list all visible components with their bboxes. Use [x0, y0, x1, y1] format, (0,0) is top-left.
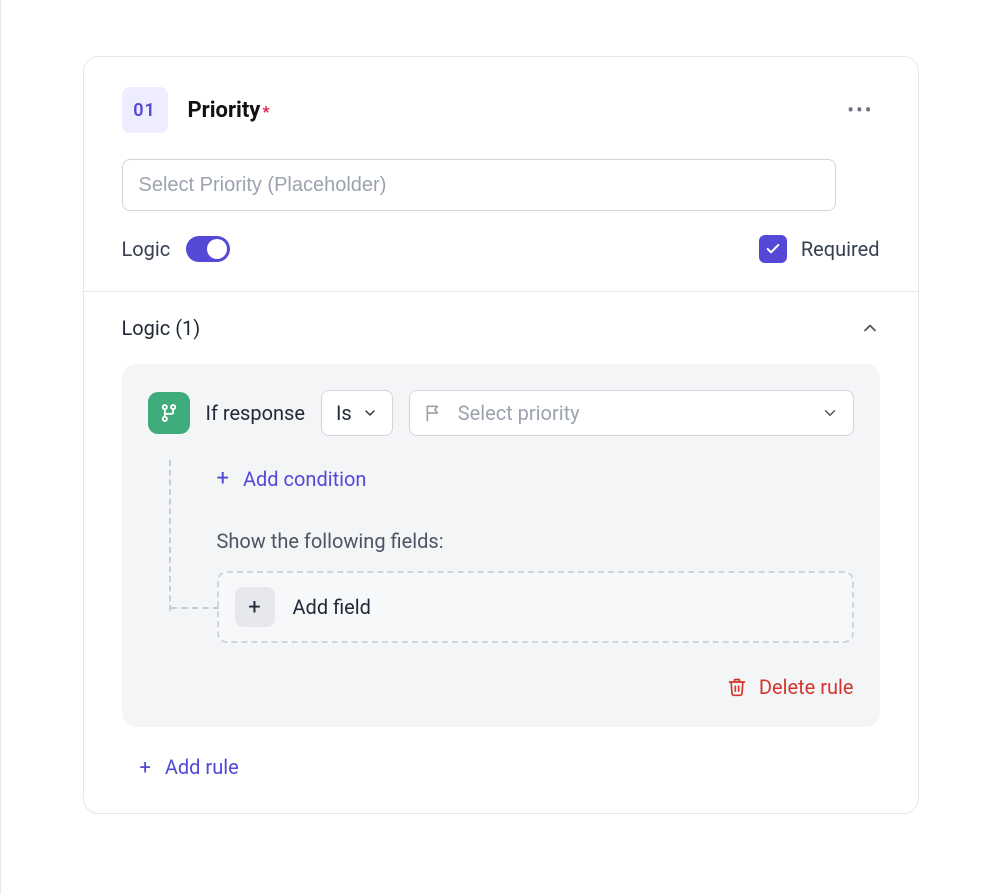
plus-icon: +	[217, 466, 229, 491]
add-rule-label: Add rule	[165, 755, 239, 779]
add-condition-label: Add condition	[243, 467, 367, 491]
connector-line-vertical	[169, 460, 171, 611]
flag-icon	[424, 403, 444, 423]
operator-value: Is	[336, 401, 352, 425]
field-controls-row: Logic Required	[122, 235, 880, 263]
delete-rule-label: Delete rule	[759, 675, 854, 699]
operator-select[interactable]: Is	[321, 390, 393, 436]
value-placeholder: Select priority	[458, 401, 580, 425]
required-asterisk: *	[262, 102, 269, 121]
more-options-button[interactable]: •••	[841, 92, 879, 128]
logic-panel-header[interactable]: Logic (1)	[122, 316, 880, 340]
page-root: 01 Priority* ••• Logic Required	[0, 0, 1000, 894]
plus-chip-icon: +	[235, 587, 275, 627]
field-header: 01 Priority* •••	[122, 87, 880, 133]
add-rule-button[interactable]: + Add rule	[140, 755, 880, 779]
field-title: Priority*	[188, 98, 270, 123]
rule-indent: + Add condition Show the following field…	[169, 466, 854, 643]
required-label: Required	[801, 237, 880, 261]
ellipsis-icon: •••	[847, 98, 873, 122]
card-header-section: 01 Priority* ••• Logic Required	[84, 57, 918, 292]
connector-line-horizontal	[171, 607, 219, 609]
field-card: 01 Priority* ••• Logic Required	[83, 56, 919, 814]
field-title-text: Priority	[188, 98, 261, 123]
plus-icon: +	[140, 755, 151, 779]
logic-label: Logic	[122, 237, 171, 261]
chevron-up-icon	[860, 318, 880, 338]
rule-container: If response Is Select priority	[122, 364, 880, 727]
toggle-knob	[207, 239, 227, 259]
logic-toggle[interactable]	[186, 236, 230, 262]
chevron-down-icon	[362, 405, 378, 421]
required-checkbox[interactable]	[759, 235, 787, 263]
check-icon	[765, 241, 781, 257]
trash-icon	[727, 677, 747, 697]
show-fields-label: Show the following fields:	[217, 529, 854, 553]
field-number-badge: 01	[122, 87, 168, 133]
delete-rule-button[interactable]: Delete rule	[727, 675, 854, 699]
condition-row: If response Is Select priority	[148, 390, 854, 436]
priority-select-input[interactable]	[122, 159, 836, 211]
logic-section: Logic (1) If	[84, 292, 918, 813]
add-field-label: Add field	[293, 595, 371, 619]
chevron-down-icon	[821, 404, 839, 422]
if-response-label: If response	[206, 401, 305, 425]
delete-row: Delete rule	[148, 675, 854, 699]
branch-icon	[148, 392, 190, 434]
logic-panel-title: Logic (1)	[122, 316, 201, 340]
add-condition-button[interactable]: + Add condition	[217, 466, 854, 491]
add-field-button[interactable]: + Add field	[217, 571, 854, 643]
value-select[interactable]: Select priority	[409, 390, 854, 436]
